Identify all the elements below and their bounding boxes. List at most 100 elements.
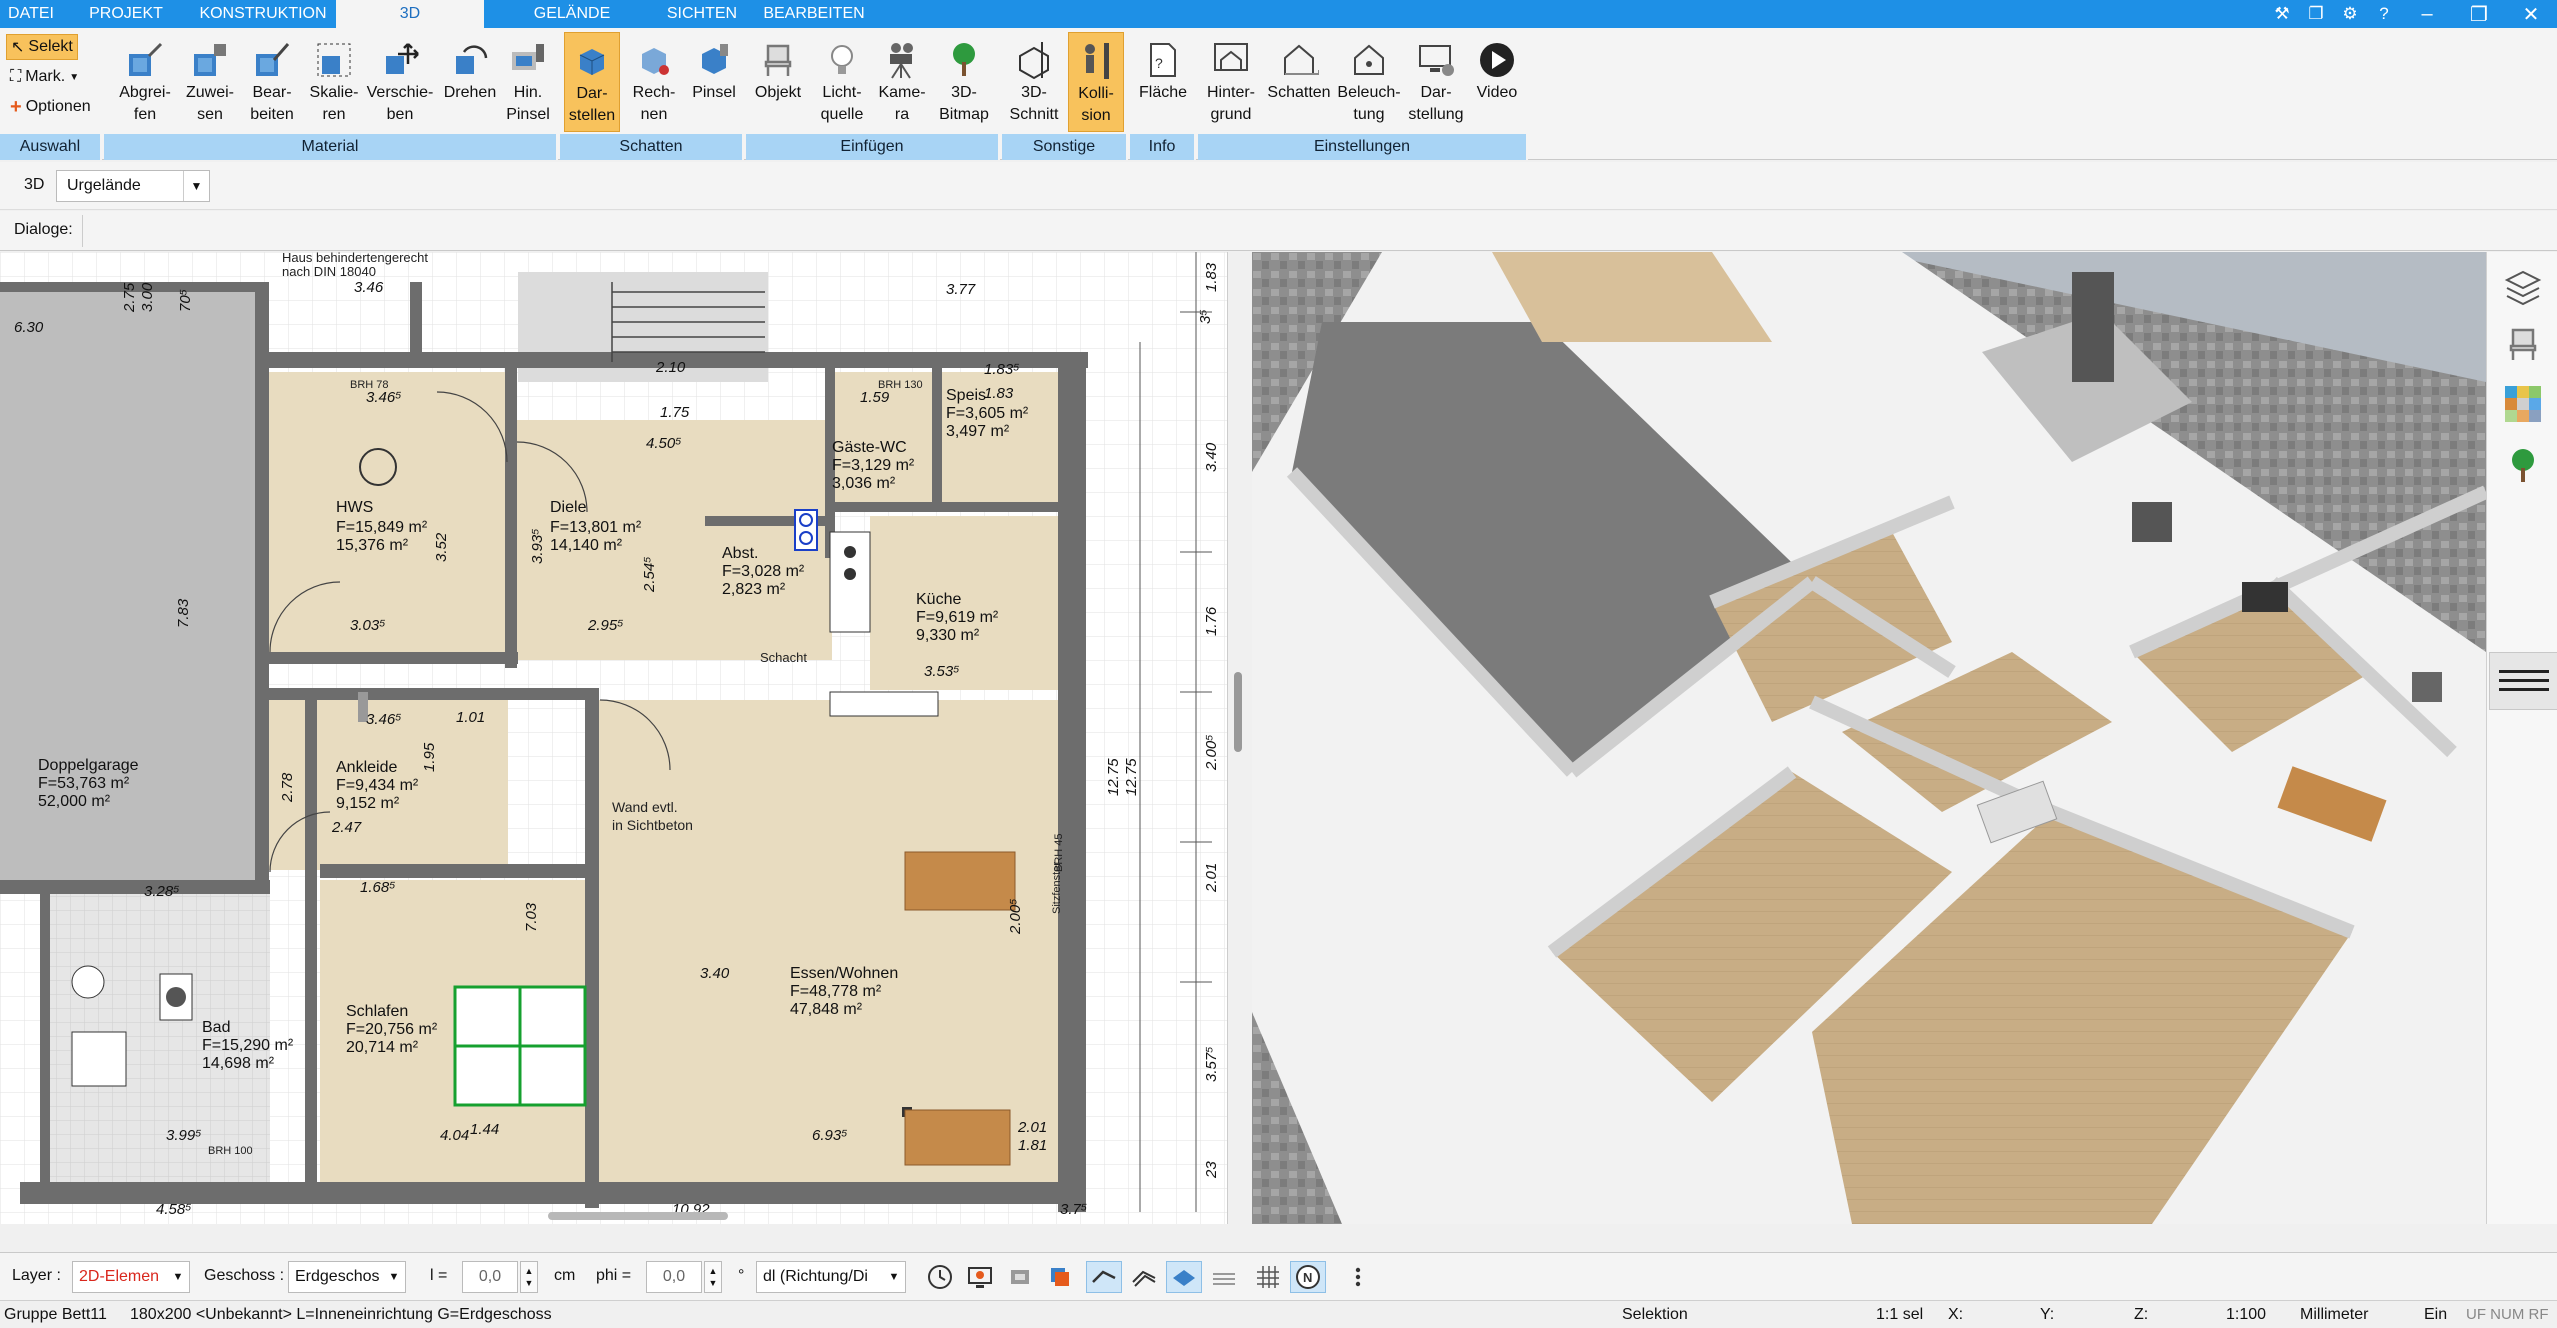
lichtquelle-button[interactable]: Licht- quelle bbox=[810, 32, 874, 132]
svg-text:N: N bbox=[1303, 1270, 1312, 1285]
room-area: F=15,849 m² bbox=[336, 519, 428, 536]
tab-bearbeiten[interactable]: BEARBEITEN bbox=[744, 0, 884, 28]
house-shadow-icon bbox=[1279, 38, 1319, 82]
status-x: X: bbox=[1948, 1306, 1964, 1323]
tab-gelaende[interactable]: GELÄNDE bbox=[484, 0, 660, 28]
phi-input[interactable]: 0,0 bbox=[646, 1261, 702, 1293]
layer-stack-icon[interactable] bbox=[1042, 1261, 1078, 1293]
room-name: Küche bbox=[916, 591, 961, 608]
svg-text:3.46⁵: 3.46⁵ bbox=[366, 389, 402, 406]
materials-palette-icon[interactable] bbox=[2501, 382, 2545, 426]
objects-icon[interactable] bbox=[1002, 1261, 1038, 1293]
hamburger-menu-icon[interactable] bbox=[2489, 652, 2557, 710]
abgreifen-button[interactable]: Abgrei- fen bbox=[119, 32, 171, 132]
tab-sichten[interactable]: SICHTEN bbox=[660, 0, 744, 28]
tree-icon[interactable] bbox=[2501, 444, 2545, 488]
schatten-settings-button[interactable]: Schatten bbox=[1264, 32, 1334, 132]
clock-icon[interactable] bbox=[922, 1261, 958, 1293]
north-arrow-icon[interactable]: N bbox=[1290, 1261, 1326, 1293]
room-name: Abst. bbox=[722, 545, 758, 562]
minimize-icon[interactable]: – bbox=[2401, 0, 2453, 28]
direction-select[interactable]: dl (Richtung/Di ▼ bbox=[756, 1261, 906, 1293]
ribbon: ↖ Selekt ⛶ Mark. ▼ + Optionen Auswahl Ab… bbox=[0, 28, 2557, 160]
hin-pinsel-button[interactable]: Hin. Pinsel bbox=[502, 32, 554, 132]
tab-datei[interactable]: DATEI bbox=[0, 0, 62, 28]
room-area: F=20,756 m² bbox=[346, 1021, 438, 1038]
svg-text:2.47: 2.47 bbox=[331, 819, 362, 836]
schnitt-3d-button[interactable]: 3D- Schnitt bbox=[1002, 32, 1066, 132]
phi-stepper[interactable]: ▲ ▼ bbox=[704, 1261, 722, 1293]
bearbeiten-button[interactable]: Bear- beiten bbox=[244, 32, 300, 132]
verschieben-button[interactable]: Verschie- ben bbox=[362, 32, 438, 132]
cursor-icon: ↖ bbox=[11, 39, 25, 56]
kamera-button[interactable]: Kame- ra bbox=[874, 32, 930, 132]
drehen-button[interactable]: Drehen bbox=[438, 32, 502, 132]
plan-scrollbar[interactable] bbox=[548, 1212, 728, 1220]
tab-projekt[interactable]: PROJEKT bbox=[62, 0, 190, 28]
layer-select[interactable]: 2D-Elemen ▼ bbox=[72, 1261, 190, 1293]
skalieren-button[interactable]: Skalie- ren bbox=[306, 32, 362, 132]
svg-text:3.46⁵: 3.46⁵ bbox=[366, 711, 402, 728]
tab-konstruktion[interactable]: KONSTRUKTION bbox=[190, 0, 336, 28]
schatten-pinsel-button[interactable]: Pinsel bbox=[686, 32, 742, 132]
svg-text:2.00⁵: 2.00⁵ bbox=[1203, 734, 1220, 771]
mark-button[interactable]: ⛶ Mark. ▼ bbox=[6, 64, 83, 90]
length-label: l = bbox=[430, 1267, 448, 1284]
hatch-tool-icon[interactable] bbox=[1126, 1261, 1162, 1293]
monitor-icon[interactable] bbox=[962, 1261, 998, 1293]
rechnen-button[interactable]: Rech- nen bbox=[626, 32, 682, 132]
maximize-icon[interactable]: ❐ bbox=[2453, 0, 2505, 28]
video-button[interactable]: Video bbox=[1468, 32, 1526, 132]
status-y: Y: bbox=[2040, 1306, 2055, 1323]
svg-text:2.54⁵: 2.54⁵ bbox=[641, 556, 658, 593]
brush-icon bbox=[508, 38, 548, 82]
status-unit: Millimeter bbox=[2300, 1306, 2369, 1323]
phi-unit: ° bbox=[738, 1267, 745, 1284]
length-stepper[interactable]: ▲ ▼ bbox=[520, 1261, 538, 1293]
darstellen-button[interactable]: Dar- stellen bbox=[564, 32, 620, 132]
tab-3d[interactable]: 3D bbox=[336, 0, 484, 28]
3d-view[interactable] bbox=[1252, 252, 2486, 1224]
optionen-button[interactable]: + Optionen bbox=[6, 94, 95, 120]
selekt-button[interactable]: ↖ Selekt bbox=[6, 34, 78, 60]
tools-icon[interactable]: ⚒ bbox=[2265, 0, 2299, 28]
flaeche-button[interactable]: ? Fläche bbox=[1134, 32, 1192, 132]
beleuchtung-button[interactable]: Beleuch- tung bbox=[1334, 32, 1404, 132]
side-toolbar bbox=[2486, 252, 2557, 1224]
terrain-combo[interactable]: Urgelände ▼ bbox=[56, 170, 210, 202]
svg-text:12.75: 12.75 bbox=[1123, 758, 1140, 796]
svg-text:1.75: 1.75 bbox=[660, 404, 690, 421]
room-area: F=13,801 m² bbox=[550, 519, 642, 536]
floor-tool-icon[interactable] bbox=[1166, 1261, 1202, 1293]
geschoss-select[interactable]: Erdgeschos ▼ bbox=[288, 1261, 406, 1293]
help-icon[interactable]: ? bbox=[2367, 0, 2401, 28]
svg-text:1.81: 1.81 bbox=[1018, 1137, 1047, 1154]
room-area: F=53,763 m² bbox=[38, 775, 130, 792]
floor-plan-view[interactable]: HWS F=15,849 m² 15,376 m² Diele F=13,801… bbox=[0, 252, 1228, 1224]
zuweisen-button[interactable]: Zuwei- sen bbox=[182, 32, 238, 132]
close-icon[interactable]: ✕ bbox=[2505, 0, 2557, 28]
layers-icon[interactable] bbox=[2501, 264, 2545, 308]
view-label: 3D bbox=[24, 176, 45, 193]
wall-tool-icon[interactable] bbox=[1086, 1261, 1122, 1293]
darstellung-button[interactable]: Dar- stellung bbox=[1404, 32, 1468, 132]
terrain-tool-icon[interactable] bbox=[1206, 1261, 1242, 1293]
3d-canvas[interactable] bbox=[1252, 252, 2486, 1224]
pane-splitter[interactable] bbox=[1228, 252, 1252, 1224]
svg-text:23: 23 bbox=[1203, 1161, 1220, 1179]
objekt-button[interactable]: Objekt bbox=[746, 32, 810, 132]
bitmap-3d-button[interactable]: 3D- Bitmap bbox=[932, 32, 996, 132]
settings-icon[interactable]: ⚙ bbox=[2333, 0, 2367, 28]
hintergrund-button[interactable]: Hinter- grund bbox=[1198, 32, 1264, 132]
splitter-handle[interactable] bbox=[1234, 672, 1242, 752]
more-options-icon[interactable] bbox=[1340, 1261, 1376, 1293]
copy-icon[interactable]: ❐ bbox=[2299, 0, 2333, 28]
oven-3d bbox=[2132, 502, 2172, 542]
floor-plan-canvas[interactable]: HWS F=15,849 m² 15,376 m² Diele F=13,801… bbox=[0, 252, 1228, 1224]
plus-icon: + bbox=[10, 95, 22, 118]
length-input[interactable]: 0,0 bbox=[462, 1261, 518, 1293]
chair-icon[interactable] bbox=[2501, 322, 2545, 366]
kollision-button[interactable]: Kolli- sion bbox=[1068, 32, 1124, 132]
grid-icon[interactable] bbox=[1250, 1261, 1286, 1293]
status-selection: 1:1 sel bbox=[1876, 1306, 1924, 1323]
